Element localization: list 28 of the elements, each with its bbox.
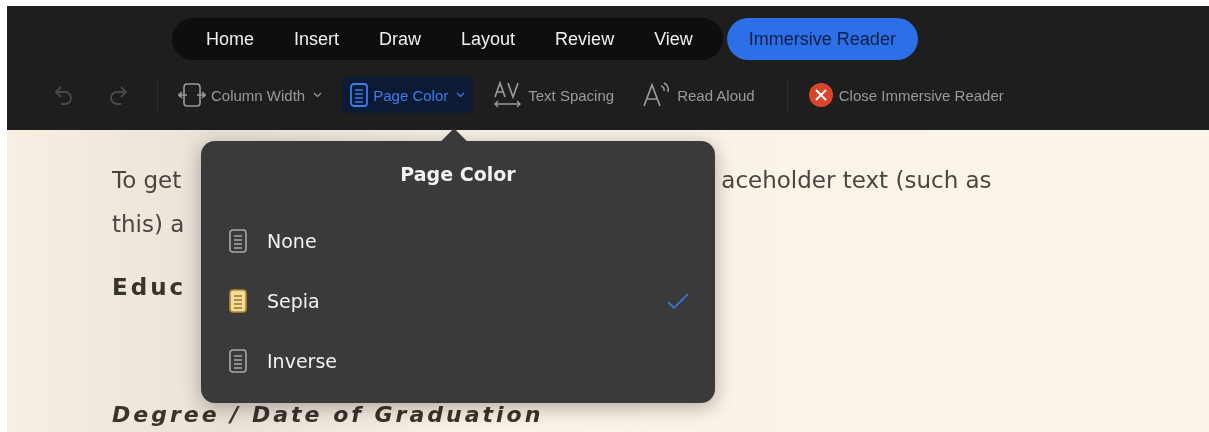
toolbar-button[interactable]: Close Immersive Reader: [799, 76, 1012, 114]
document-icon: [229, 349, 247, 373]
tab[interactable]: Insert: [274, 18, 360, 60]
column-width-icon: [178, 82, 206, 108]
toolbar-button[interactable]: Page Color: [342, 77, 474, 113]
tab[interactable]: Draw: [359, 18, 442, 60]
menu-item[interactable]: Sepia: [201, 271, 715, 331]
toolbar-button[interactable]: Column Width: [170, 76, 331, 114]
tab[interactable]: Layout: [441, 18, 536, 60]
heading-text: Degree / Date of Graduation: [112, 402, 544, 428]
document-icon: [350, 83, 369, 107]
paragraph-text: this) a: [112, 210, 185, 239]
undo-icon: [53, 83, 75, 107]
redo-icon: [107, 83, 129, 107]
paragraph-text: To get: [112, 166, 182, 195]
paragraph-text: aceholder text (such as: [721, 166, 992, 195]
popover-title: Page Color: [399, 163, 517, 185]
close-icon: [807, 82, 834, 108]
document-icon: [229, 229, 247, 253]
document-icon: [229, 289, 247, 313]
tab[interactable]: View: [634, 18, 713, 60]
tab[interactable]: Home: [186, 18, 274, 60]
toolbar-button[interactable]: Text Spacing: [485, 75, 623, 115]
menu-item[interactable]: Inverse: [201, 331, 715, 391]
heading-text: Educ: [112, 274, 187, 300]
menu-item[interactable]: None: [201, 211, 715, 271]
tab[interactable]: Review: [535, 18, 635, 60]
toolbar-button[interactable]: Read Aloud: [634, 76, 763, 114]
